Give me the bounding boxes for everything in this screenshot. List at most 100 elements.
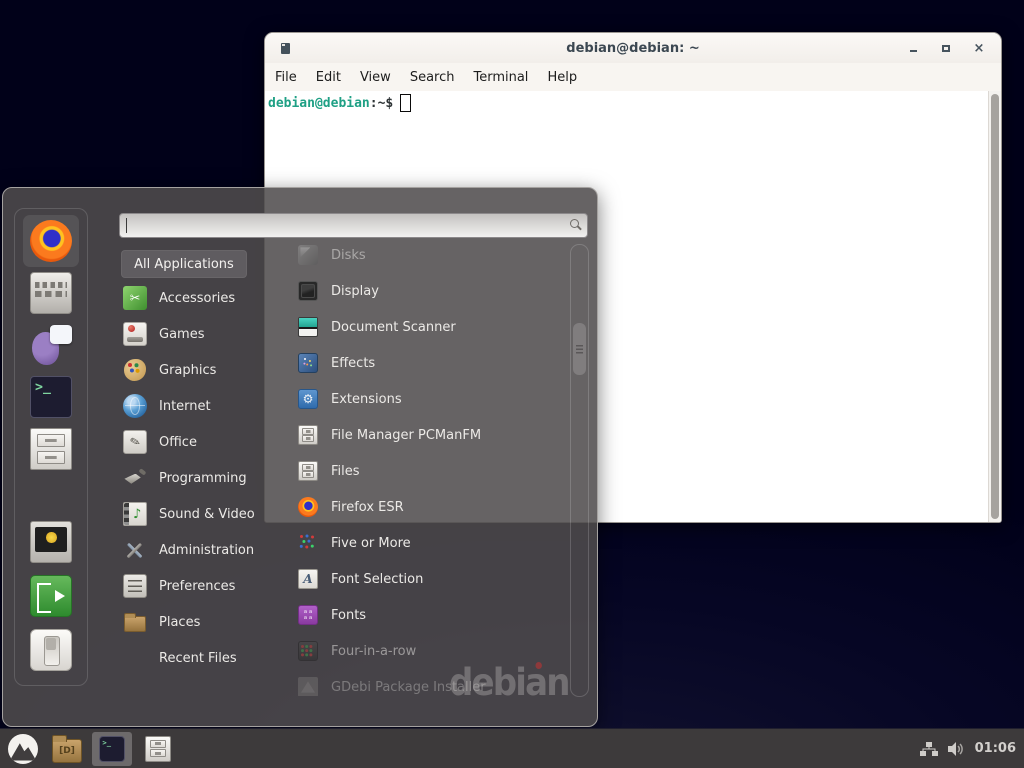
category-label: Internet	[159, 399, 211, 414]
fonts-icon	[298, 605, 318, 625]
taskbar-terminal-window-button[interactable]	[92, 732, 132, 766]
app-label: Four-in-a-row	[331, 644, 416, 659]
taskbar: 01:06	[0, 728, 1024, 768]
log-out-button[interactable]	[23, 571, 79, 621]
minimize-icon	[910, 50, 917, 52]
all-applications-button[interactable]: All Applications	[121, 250, 247, 278]
file-cabinet-icon	[145, 736, 171, 762]
category-item-preferences[interactable]: Preferences	[121, 568, 291, 604]
session-buttons	[23, 517, 79, 675]
category-label: Recent Files	[159, 651, 237, 666]
disks-icon	[298, 245, 318, 265]
prompt-user-host: debian@debian	[268, 96, 370, 111]
search-icon	[570, 219, 579, 228]
clock[interactable]: 01:06	[975, 741, 1016, 756]
category-list: Accessories Games Graphics Internet Office Pr…	[121, 280, 291, 676]
wallpaper-watermark: debian	[449, 661, 569, 704]
graphics-icon	[123, 358, 147, 382]
firefox-icon	[298, 497, 318, 517]
app-item-file-manager-pcmanfm[interactable]: File Manager PCManFM	[286, 417, 569, 453]
app-item-display[interactable]: Display	[286, 273, 569, 309]
document-scanner-icon	[298, 317, 318, 337]
category-item-office[interactable]: Office	[121, 424, 291, 460]
font-selection-icon	[298, 569, 318, 589]
maximize-icon	[942, 45, 950, 52]
favorite-package-manager[interactable]	[23, 267, 79, 319]
app-label: Five or More	[331, 536, 411, 551]
category-label: Office	[159, 435, 197, 450]
app-label: Disks	[331, 248, 366, 263]
games-icon	[123, 322, 147, 346]
terminal-cursor	[400, 94, 411, 112]
maximize-button[interactable]	[938, 40, 954, 56]
menu-button[interactable]	[8, 734, 38, 764]
terminal-menu-search[interactable]: Search	[410, 70, 455, 85]
volume-icon[interactable]	[947, 741, 966, 757]
app-label: Effects	[331, 356, 375, 371]
category-item-recent-files[interactable]: Recent Files	[121, 640, 291, 676]
app-item-files[interactable]: Files	[286, 453, 569, 489]
terminal-menu-view[interactable]: View	[360, 70, 391, 85]
category-label: Games	[159, 327, 204, 342]
preferences-icon	[123, 574, 147, 598]
category-item-places[interactable]: Places	[121, 604, 291, 640]
network-icon[interactable]	[920, 741, 938, 757]
category-item-sound-video[interactable]: Sound & Video	[121, 496, 291, 532]
category-item-graphics[interactable]: Graphics	[121, 352, 291, 388]
lock-screen-icon	[30, 521, 72, 563]
app-item-firefox-esr[interactable]: Firefox ESR	[286, 489, 569, 525]
category-item-games[interactable]: Games	[121, 316, 291, 352]
app-label: Fonts	[331, 608, 366, 623]
sound-video-icon	[123, 502, 147, 526]
favorite-pidgin[interactable]	[23, 319, 79, 371]
minimize-button[interactable]	[905, 40, 921, 56]
terminal-titlebar[interactable]: debian@debian: ~ ×	[265, 33, 1001, 63]
programming-icon	[123, 466, 147, 490]
favorite-file-manager[interactable]	[23, 423, 79, 475]
no-icon-spacer	[123, 646, 147, 670]
terminal-scrollbar[interactable]	[988, 91, 1001, 522]
terminal-icon	[30, 376, 72, 418]
favorites-panel	[14, 208, 88, 686]
menu-scrollbar-thumb[interactable]	[573, 323, 586, 375]
app-label: File Manager PCManFM	[331, 428, 481, 443]
favorite-firefox[interactable]	[23, 215, 79, 267]
shut-down-button[interactable]	[23, 625, 79, 675]
terminal-menu-help[interactable]: Help	[547, 70, 577, 85]
category-label: Places	[159, 615, 200, 630]
prompt-suffix: :~$	[370, 96, 393, 111]
app-label: Font Selection	[331, 572, 423, 587]
search-input[interactable]	[119, 213, 588, 238]
terminal-menu-edit[interactable]: Edit	[316, 70, 341, 85]
app-label: Display	[331, 284, 379, 299]
taskbar-files-button[interactable]	[138, 732, 178, 766]
terminal-scrollbar-thumb[interactable]	[991, 94, 999, 519]
app-item-fonts[interactable]: Fonts	[286, 597, 569, 633]
app-item-five-or-more[interactable]: Five or More	[286, 525, 569, 561]
search-caret	[126, 218, 127, 233]
app-item-disks[interactable]: Disks	[286, 244, 569, 273]
app-item-extensions[interactable]: Extensions	[286, 381, 569, 417]
office-icon	[123, 430, 147, 454]
category-label: Programming	[159, 471, 247, 486]
terminal-menu-file[interactable]: File	[275, 70, 297, 85]
search-box	[119, 213, 588, 238]
watermark-red-dot	[535, 662, 541, 669]
category-item-accessories[interactable]: Accessories	[121, 280, 291, 316]
category-label: Sound & Video	[159, 507, 255, 522]
close-button[interactable]: ×	[971, 40, 987, 56]
app-item-effects[interactable]: Effects	[286, 345, 569, 381]
menu-scrollbar[interactable]	[570, 244, 589, 697]
terminal-prompt: debian@debian:~$	[265, 91, 1001, 112]
display-icon	[298, 281, 318, 301]
file-manager-launcher[interactable]	[52, 739, 82, 763]
category-item-administration[interactable]: Administration	[121, 532, 291, 568]
terminal-menu-terminal[interactable]: Terminal	[473, 70, 528, 85]
category-item-internet[interactable]: Internet	[121, 388, 291, 424]
app-item-document-scanner[interactable]: Document Scanner	[286, 309, 569, 345]
lock-screen-button[interactable]	[23, 517, 79, 567]
terminal-icon	[99, 736, 125, 762]
app-item-font-selection[interactable]: Font Selection	[286, 561, 569, 597]
favorite-terminal[interactable]	[23, 371, 79, 423]
category-item-programming[interactable]: Programming	[121, 460, 291, 496]
